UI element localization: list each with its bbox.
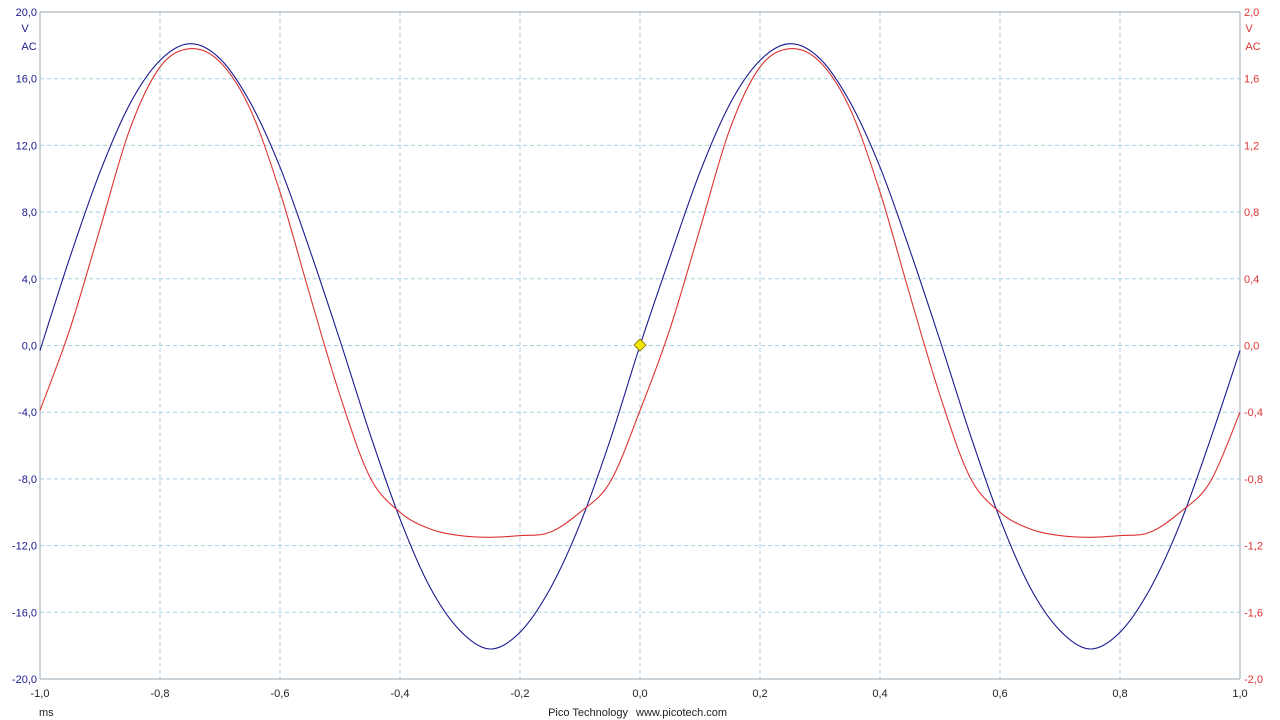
- left-tick-label: 4,0: [22, 274, 37, 286]
- left-axis-ticks: 20,0 16,0 12,0 8,0 4,0 0,0 -4,0 -8,0 -12,0 -16,0 -…: [12, 7, 37, 686]
- x-tick-label: -0,8: [151, 688, 170, 700]
- right-tick-label: 0,4: [1244, 274, 1259, 286]
- x-tick-label: 1,0: [1232, 688, 1247, 700]
- right-axis-ticks: 2,0 1,6 1,2 0,8 0,4 0,0 -0,4 -0,8 -1,2 -1,6 -2,0: [1244, 7, 1263, 686]
- right-tick-label: 1,2: [1244, 140, 1259, 152]
- right-tick-label: 0,8: [1244, 207, 1259, 219]
- right-tick-label: 2,0: [1244, 7, 1259, 19]
- left-tick-label: -8,0: [18, 474, 37, 486]
- left-tick-label: -4,0: [18, 407, 37, 419]
- right-tick-label: -0,4: [1244, 407, 1263, 419]
- x-axis-ticks: -1,0 -0,8 -0,6 -0,4 -0,2 0,0 0,2 0,4 0,6 0,8 1,0: [31, 688, 1248, 700]
- x-tick-label: -0,2: [511, 688, 530, 700]
- left-tick-label: 0,0: [22, 341, 37, 353]
- right-tick-label: -1,6: [1244, 607, 1263, 619]
- right-tick-label: 0,0: [1244, 341, 1259, 353]
- left-tick-label: 20,0: [16, 7, 37, 19]
- oscilloscope-chart: 20,0 16,0 12,0 8,0 4,0 0,0 -4,0 -8,0 -12,0 -16,0 -…: [12, 7, 1263, 719]
- footer-brand: Pico Technology: [548, 707, 628, 719]
- x-tick-label: 0,0: [632, 688, 647, 700]
- left-axis-unit: V: [21, 23, 29, 35]
- x-tick-label: 0,4: [872, 688, 887, 700]
- footer-url: www.picotech.com: [635, 707, 727, 719]
- x-tick-label: -0,6: [271, 688, 290, 700]
- x-tick-label: -1,0: [31, 688, 50, 700]
- x-tick-label: 0,2: [752, 688, 767, 700]
- left-tick-label: -20,0: [12, 674, 37, 686]
- x-tick-label: 0,6: [992, 688, 1007, 700]
- x-tick-label: 0,8: [1112, 688, 1127, 700]
- right-tick-label: 1,6: [1244, 74, 1259, 86]
- left-tick-label: 16,0: [16, 74, 37, 86]
- x-axis-unit: ms: [39, 707, 54, 719]
- right-axis-unit: V: [1245, 23, 1253, 35]
- left-tick-label: -12,0: [12, 541, 37, 553]
- left-tick-label: 8,0: [22, 207, 37, 219]
- left-tick-label: 12,0: [16, 140, 37, 152]
- x-tick-label: -0,4: [391, 688, 410, 700]
- left-axis-coupling: AC: [21, 41, 36, 53]
- left-tick-label: -16,0: [12, 607, 37, 619]
- right-tick-label: -1,2: [1244, 541, 1263, 553]
- right-axis-coupling: AC: [1245, 41, 1260, 53]
- right-tick-label: -2,0: [1244, 674, 1263, 686]
- right-tick-label: -0,8: [1244, 474, 1263, 486]
- trigger-marker[interactable]: [633, 338, 647, 352]
